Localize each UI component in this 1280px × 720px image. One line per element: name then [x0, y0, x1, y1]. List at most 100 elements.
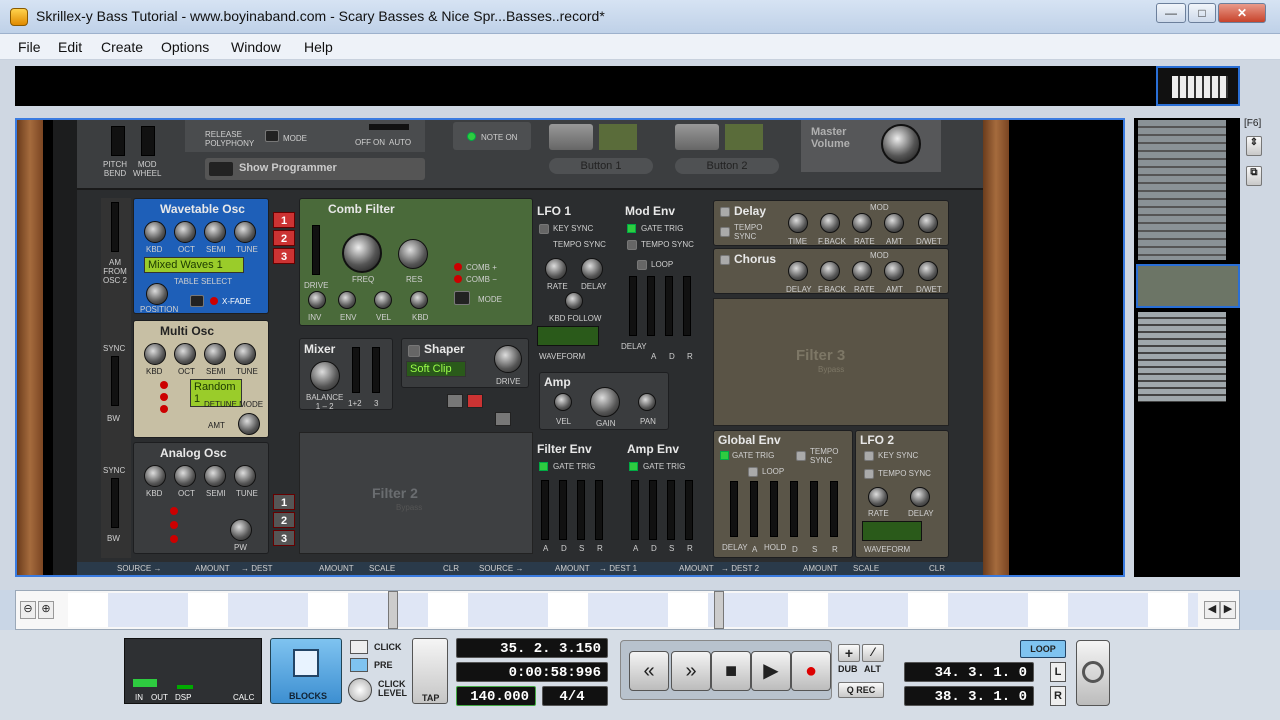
q-rec-button[interactable]: Q REC	[838, 682, 884, 698]
wavetable-table-display[interactable]: Mixed Waves 1	[144, 257, 244, 273]
mod-env-gate-trig-led[interactable]	[627, 224, 636, 233]
lfo1-waveform-display[interactable]	[537, 326, 599, 346]
menu-file[interactable]: File	[18, 39, 41, 55]
zoom-in-icon[interactable]: ⊕	[38, 601, 54, 619]
follow-song-button[interactable]	[1076, 640, 1110, 706]
mod-env-tempo-sync-button[interactable]	[627, 240, 637, 250]
comb-mode-button[interactable]	[454, 291, 470, 305]
delay-tempo-sync-button[interactable]	[720, 227, 730, 237]
key-mode-switch[interactable]	[369, 124, 409, 130]
analog-semi-knob[interactable]	[204, 465, 226, 487]
lfo2-waveform-display[interactable]	[862, 521, 922, 541]
menu-help[interactable]: Help	[304, 39, 333, 55]
global-env-loop-button[interactable]	[748, 467, 758, 477]
delay-rate-knob[interactable]	[852, 213, 872, 233]
multi-tune-knob[interactable]	[234, 343, 256, 365]
bw-fader-1[interactable]	[111, 356, 119, 406]
blocks-button[interactable]: BLOCKS	[270, 638, 342, 704]
lfo1-kbd-follow-knob[interactable]	[565, 292, 583, 310]
right-locator-button[interactable]: R	[1050, 686, 1066, 706]
rack-fold-button[interactable]: ⇕	[1246, 136, 1262, 156]
env-knob[interactable]	[338, 291, 356, 309]
global-env-r-fader[interactable]	[830, 481, 838, 537]
delay-fback-knob[interactable]	[820, 213, 840, 233]
rack-detach-button[interactable]: ⧉	[1246, 166, 1262, 186]
filter-env-s-fader[interactable]	[577, 480, 585, 540]
left-locator-button[interactable]: L	[1050, 662, 1066, 682]
chorus-fback-knob[interactable]	[820, 261, 840, 281]
tempo-display[interactable]: 140.000	[456, 686, 536, 706]
click-level-knob[interactable]	[348, 678, 372, 702]
global-env-tempo-sync-button[interactable]	[796, 451, 806, 461]
mixer-3-fader[interactable]	[372, 347, 380, 393]
chorus-amt-knob[interactable]	[884, 261, 904, 281]
button1-pad[interactable]	[549, 124, 593, 150]
pre-toggle[interactable]	[350, 658, 368, 672]
wavetable-oct-knob[interactable]	[174, 221, 196, 243]
rack-overview-mini[interactable]	[1156, 66, 1240, 106]
rack-overview[interactable]	[1134, 118, 1240, 577]
global-env-gate-trig-led[interactable]	[720, 451, 729, 460]
lfo1-delay-knob[interactable]	[581, 258, 603, 280]
song-navigator[interactable]: ⊖ ⊕ ◀ ▶	[15, 590, 1240, 630]
res-knob[interactable]	[398, 239, 428, 269]
delay-dwet-knob[interactable]	[918, 213, 938, 233]
xfade-button[interactable]	[190, 295, 204, 307]
click-toggle[interactable]	[350, 640, 368, 654]
loop-button[interactable]: LOOP	[1020, 640, 1066, 658]
pw-knob[interactable]	[230, 519, 252, 541]
song-position-display[interactable]: 35. 2. 3.150	[456, 638, 608, 658]
global-env-hold-fader[interactable]	[770, 481, 778, 537]
close-button[interactable]: ✕	[1218, 3, 1266, 23]
amp-env-s-fader[interactable]	[667, 480, 675, 540]
scroll-right-icon[interactable]: ▶	[1220, 601, 1236, 619]
amp-env-r-fader[interactable]	[685, 480, 693, 540]
menu-options[interactable]: Options	[161, 39, 209, 55]
song-time-display[interactable]: 0:00:58:996	[456, 662, 608, 682]
filter3-slot[interactable]: Filter 3 Bypass	[713, 298, 949, 426]
left-locator-display[interactable]: 34. 3. 1. 0	[904, 662, 1034, 682]
kbd-knob[interactable]	[410, 291, 428, 309]
amp-env-a-fader[interactable]	[631, 480, 639, 540]
am-fader[interactable]	[111, 202, 119, 252]
lfo1-rate-knob[interactable]	[545, 258, 567, 280]
amp-env-d-fader[interactable]	[649, 480, 657, 540]
show-programmer-button[interactable]: Show Programmer	[205, 158, 425, 180]
global-env-a-fader[interactable]	[750, 481, 758, 537]
global-env-delay-fader[interactable]	[730, 481, 738, 537]
rewind-button[interactable]: «	[629, 651, 669, 691]
lfo1-key-sync-button[interactable]	[539, 224, 549, 234]
drive-fader[interactable]	[312, 225, 320, 275]
fast-forward-button[interactable]: »	[671, 651, 711, 691]
shaper-drive-knob[interactable]	[494, 345, 522, 373]
osc-number-3[interactable]: 3	[273, 248, 295, 264]
wavetable-semi-knob[interactable]	[204, 221, 226, 243]
bw-fader-2[interactable]	[111, 478, 119, 528]
multi-oct-knob[interactable]	[174, 343, 196, 365]
menu-window[interactable]: Window	[231, 39, 281, 55]
balance-knob[interactable]	[310, 361, 340, 391]
freq-knob[interactable]	[342, 233, 382, 273]
route-amp-button[interactable]	[495, 412, 511, 426]
route-right-button[interactable]	[467, 394, 483, 408]
shaper-mode-display[interactable]: Soft Clip	[406, 361, 466, 377]
filter2-input-1[interactable]: 1	[273, 494, 295, 510]
filter2-slot[interactable]: Filter 2 Bypass	[299, 432, 533, 554]
multi-kbd-knob[interactable]	[144, 343, 166, 365]
mode-button[interactable]	[265, 130, 279, 142]
chorus-enable-button[interactable]	[720, 255, 730, 265]
vel-knob[interactable]	[374, 291, 392, 309]
dub-button[interactable]: +	[838, 644, 860, 662]
lfo2-delay-knob[interactable]	[910, 487, 930, 507]
delay-enable-button[interactable]	[720, 207, 730, 217]
filter-env-d-fader[interactable]	[559, 480, 567, 540]
analog-oct-knob[interactable]	[174, 465, 196, 487]
osc-number-2[interactable]: 2	[273, 230, 295, 246]
amp-pan-knob[interactable]	[638, 393, 656, 411]
shaper-enable-button[interactable]	[408, 345, 420, 357]
lfo2-rate-knob[interactable]	[868, 487, 888, 507]
wavetable-kbd-knob[interactable]	[144, 221, 166, 243]
wavetable-tune-knob[interactable]	[234, 221, 256, 243]
navigator-right-handle[interactable]	[714, 591, 724, 629]
tap-button[interactable]: TAP	[412, 638, 448, 704]
